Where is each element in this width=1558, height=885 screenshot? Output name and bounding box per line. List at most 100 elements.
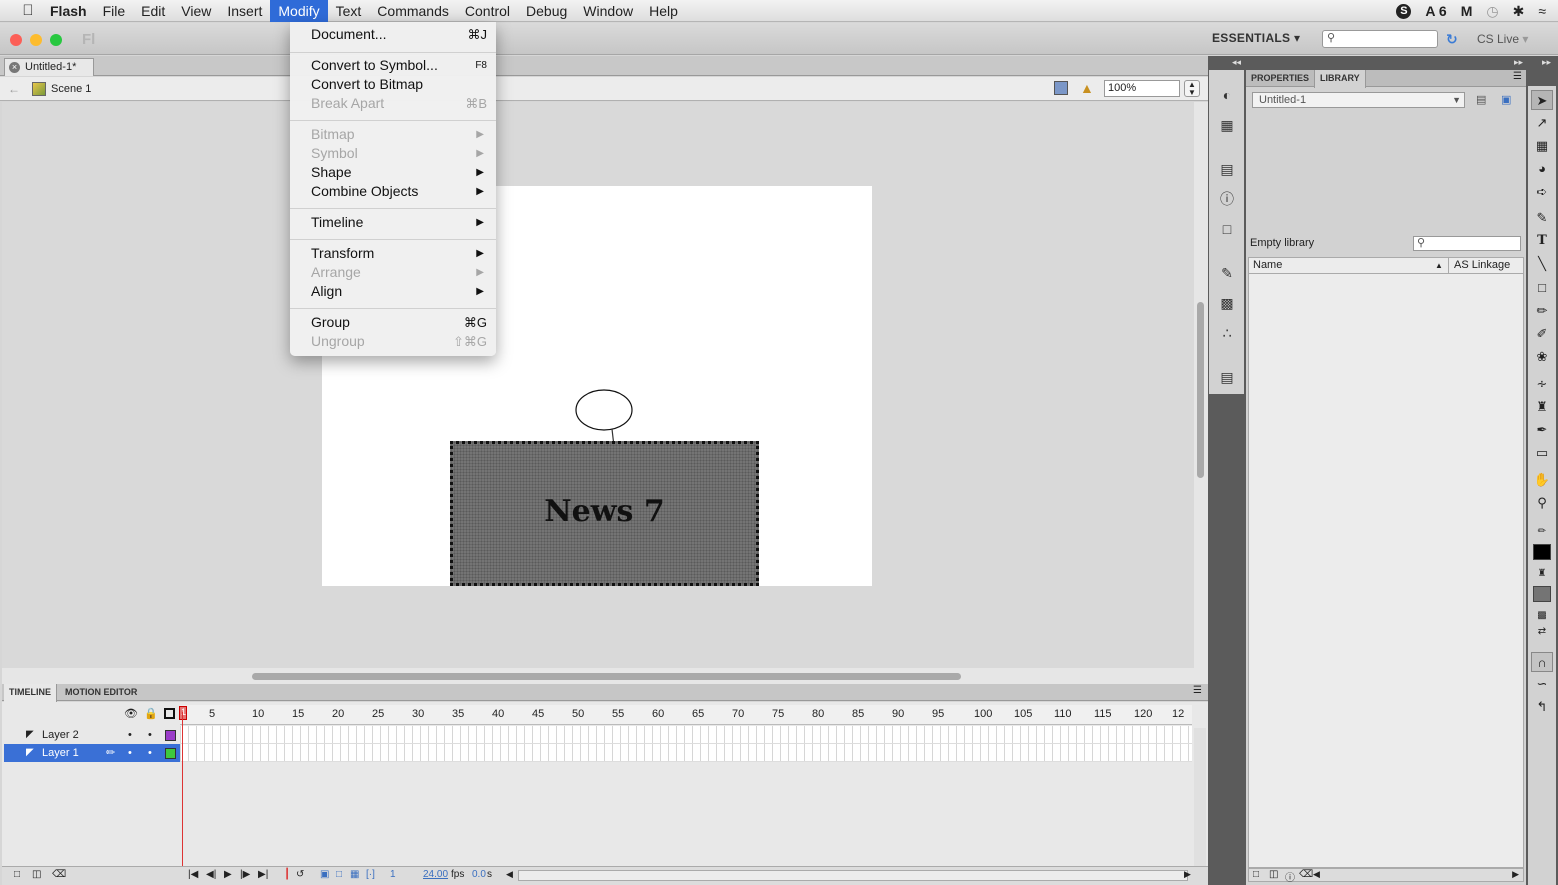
menu-item-shape[interactable]: Shape ▶ — [290, 163, 496, 182]
tab-properties[interactable]: PROPERTIES — [1246, 70, 1314, 87]
timeline-vertical-scrollbar[interactable] — [1194, 728, 1206, 866]
menu-item-document[interactable]: Document... ⌘J — [290, 25, 496, 44]
smooth-icon[interactable]: ∽ — [1531, 674, 1553, 694]
info-icon[interactable]: ⓘ — [1215, 188, 1239, 210]
layer-row-1[interactable]: ◤ Layer 1 ✏ • • — [4, 744, 180, 762]
free-transform-tool-icon[interactable]: ▦ — [1531, 136, 1553, 156]
center-frame-icon[interactable]: ┃ — [284, 869, 290, 880]
properties-icon[interactable]: ⓘ — [1285, 869, 1295, 884]
expand-right-icon[interactable]: ▸▸ — [1542, 57, 1551, 68]
close-icon[interactable]: × — [9, 62, 20, 73]
step-forward-icon[interactable]: |▶ — [240, 869, 250, 880]
library-search-input[interactable]: ⚲ — [1413, 236, 1521, 251]
workspace-switcher[interactable]: ESSENTIALS ▾ — [1212, 31, 1300, 45]
align-panel-icon[interactable]: ▤ — [1215, 158, 1239, 180]
snap-to-objects-icon[interactable]: ∩ — [1531, 652, 1553, 672]
help-search-input[interactable]: ⚲ — [1322, 30, 1438, 48]
text-tool-icon[interactable]: T — [1531, 231, 1553, 251]
fill-color-icon[interactable]: ♜ — [1531, 564, 1553, 584]
stroke-color-icon[interactable]: ✏ — [1531, 522, 1553, 542]
zoom-stepper[interactable]: ▲ ▼ — [1184, 80, 1200, 97]
new-symbol-icon[interactable]: □ — [1253, 869, 1259, 880]
back-arrow-icon[interactable]: ← — [8, 82, 20, 96]
new-library-panel-icon[interactable]: ▣ — [1501, 93, 1511, 106]
tab-library[interactable]: LIBRARY — [1314, 70, 1366, 88]
new-folder-icon[interactable]: ◫ — [32, 869, 41, 880]
play-icon[interactable]: ▶ — [224, 869, 232, 880]
menu-item-group[interactable]: Group ⌘G — [290, 313, 496, 332]
go-to-first-frame-icon[interactable]: |◀ — [188, 869, 198, 880]
menu-item-combine-objects[interactable]: Combine Objects ▶ — [290, 182, 496, 201]
project-panel-icon[interactable]: ▤ — [1215, 366, 1239, 388]
document-tab[interactable]: × Untitled-1* — [4, 58, 94, 76]
eraser-tool-icon[interactable]: ▭ — [1531, 443, 1553, 463]
column-name[interactable]: Name — [1253, 258, 1282, 273]
new-folder-icon[interactable]: ◫ — [1269, 869, 1278, 880]
visibility-dot-icon[interactable]: • — [128, 744, 132, 762]
zoom-window-button[interactable] — [50, 34, 62, 46]
wifi-icon[interactable]: ≈ — [1538, 3, 1546, 19]
library-document-select[interactable]: Untitled-1 ▼ — [1252, 92, 1465, 108]
lock-dot-icon[interactable]: • — [148, 726, 152, 744]
timeline-horizontal-scrollbar[interactable] — [518, 870, 1188, 881]
menu-file[interactable]: File — [95, 0, 134, 22]
scroll-right-icon[interactable]: ▶ — [1512, 869, 1519, 880]
swap-colors-icon[interactable]: ⇄ — [1531, 622, 1553, 642]
swatches-icon[interactable]: ▦ — [1215, 114, 1239, 136]
eyedropper-tool-icon[interactable]: ✒ — [1531, 420, 1553, 440]
expand-right-icon[interactable]: ▸▸ — [1514, 57, 1523, 68]
adobe-notification-icon[interactable]: A 6 — [1425, 3, 1446, 19]
menu-item-transform[interactable]: Transform ▶ — [290, 244, 496, 263]
menu-item-timeline[interactable]: Timeline ▶ — [290, 213, 496, 232]
stage-horizontal-scroll-thumb[interactable] — [252, 673, 961, 680]
show-hide-all-icon[interactable]: 👁 — [124, 707, 138, 720]
layer-1-frames[interactable] — [180, 744, 1192, 762]
delete-layer-icon[interactable]: ⌫ — [52, 869, 66, 880]
motion-presets-icon[interactable]: ∴ — [1215, 322, 1239, 344]
scene-label[interactable]: Scene 1 — [51, 83, 91, 95]
layer-row-2[interactable]: ◤ Layer 2 • • — [4, 726, 180, 744]
transform-panel-icon[interactable]: □ — [1215, 218, 1239, 240]
outline-all-icon[interactable] — [164, 708, 175, 719]
menu-text[interactable]: Text — [328, 0, 370, 22]
go-to-last-frame-icon[interactable]: ▶| — [258, 869, 268, 880]
elapsed-time[interactable]: 0.0 — [472, 869, 486, 880]
frame-ruler[interactable]: 5 10 15 20 25 30 35 40 45 50 55 60 65 70… — [180, 705, 1192, 725]
hand-tool-icon[interactable]: ✋ — [1531, 470, 1553, 490]
bluetooth-icon[interactable]: ✱ — [1513, 3, 1525, 20]
menu-control[interactable]: Control — [457, 0, 518, 22]
step-back-icon[interactable]: ◀| — [206, 869, 216, 880]
edit-scene-icon[interactable] — [1054, 81, 1068, 95]
subselection-tool-icon[interactable]: ↗ — [1531, 113, 1553, 133]
edit-symbols-icon[interactable]: ▲ — [1080, 80, 1094, 96]
current-frame[interactable]: 1 — [390, 869, 396, 880]
menu-window[interactable]: Window — [575, 0, 641, 22]
outline-color-swatch[interactable] — [165, 730, 176, 741]
sort-ascending-icon[interactable]: ▲ — [1435, 258, 1443, 273]
components-icon[interactable]: ▩ — [1215, 292, 1239, 314]
lock-dot-icon[interactable]: • — [148, 744, 152, 762]
brush-tool-icon[interactable]: ✐ — [1531, 324, 1553, 344]
visibility-dot-icon[interactable]: • — [128, 726, 132, 744]
deco-tool-icon[interactable]: ❀ — [1531, 347, 1553, 367]
modify-markers-icon[interactable]: [·] — [366, 869, 375, 880]
menu-commands[interactable]: Commands — [369, 0, 457, 22]
zoom-input[interactable]: 100% — [1104, 80, 1180, 97]
onion-outlines-icon[interactable]: □ — [336, 869, 342, 880]
menu-item-convert-to-bitmap[interactable]: Convert to Bitmap — [290, 75, 496, 94]
menu-view[interactable]: View — [173, 0, 219, 22]
stage-vertical-scroll-thumb[interactable] — [1197, 302, 1204, 478]
tab-timeline[interactable]: TIMELINE — [4, 684, 57, 702]
3d-rotation-tool-icon[interactable]: ◕ — [1531, 159, 1553, 179]
close-window-button[interactable] — [10, 34, 22, 46]
zoom-tool-icon[interactable]: ⚲ — [1531, 493, 1553, 513]
pencil-tool-icon[interactable]: ✏ — [1531, 301, 1553, 321]
fill-color-swatch[interactable] — [1533, 586, 1551, 602]
new-layer-icon[interactable]: □ — [14, 869, 20, 880]
column-as-linkage[interactable]: AS Linkage — [1448, 258, 1510, 273]
code-snippets-icon[interactable]: ✎ — [1215, 262, 1239, 284]
collapse-left-icon[interactable]: ◂◂ — [1232, 57, 1241, 68]
lock-all-icon[interactable]: 🔒 — [144, 707, 158, 720]
bone-tool-icon[interactable]: ∻ — [1531, 374, 1553, 394]
frame-rate[interactable]: 24.00 — [423, 869, 448, 880]
